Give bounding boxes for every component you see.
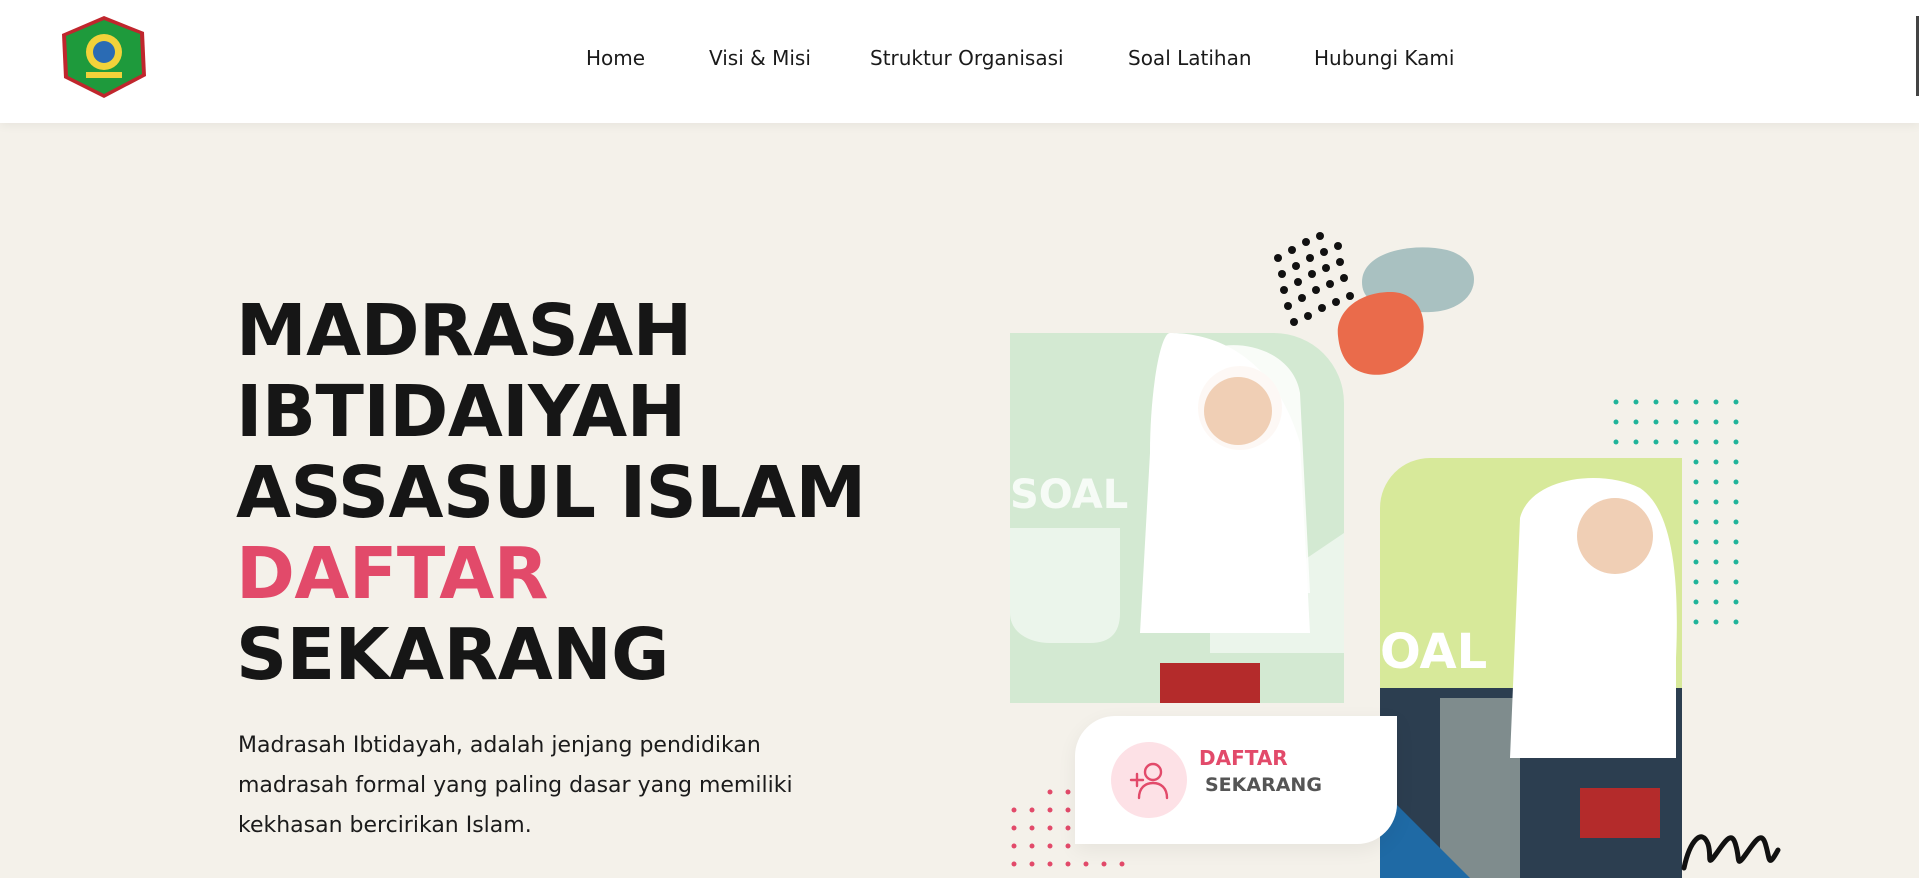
blob-orange: [1337, 292, 1424, 375]
nav-home[interactable]: Home: [586, 46, 645, 70]
hero-title: MADRASAH IBTIDAIYAH ASSASUL ISLAM DAFTAR…: [236, 290, 866, 695]
dot-pattern-teal: [1613, 399, 1739, 625]
add-user-icon: [1111, 742, 1187, 818]
hero-description: Madrasah Ibtidayah, adalah jenjang pendi…: [238, 733, 793, 838]
cta-label-daftar: DAFTAR: [1199, 746, 1288, 770]
nav-soal-latihan[interactable]: Soal Latihan: [1128, 46, 1252, 70]
svg-text:OAL: OAL: [1380, 624, 1487, 680]
svg-text:SOAL: SOAL: [1010, 472, 1128, 518]
daftar-sekarang-button[interactable]: DAFTAR SEKARANG: [1075, 716, 1397, 844]
cta-label-sekarang: SEKARANG: [1205, 774, 1322, 796]
site-header: Home Visi & Misi Struktur Organisasi Soa…: [0, 0, 1919, 123]
main-nav: Home Visi & Misi Struktur Organisasi Soa…: [0, 0, 1919, 123]
nav-struktur-organisasi[interactable]: Struktur Organisasi: [870, 46, 1064, 70]
squiggle-decoration: [1681, 834, 1781, 871]
student-photo-1: SOAL: [1010, 333, 1344, 703]
nav-hubungi-kami[interactable]: Hubungi Kami: [1314, 46, 1454, 70]
nav-visi-misi[interactable]: Visi & Misi: [709, 46, 811, 70]
hero-title-line: IBTIDAIYAH: [236, 370, 686, 453]
hero-title-line: SEKARANG: [236, 613, 669, 696]
hero-title-line: MADRASAH: [236, 289, 692, 372]
hero-title-line: ASSASUL ISLAM: [236, 451, 866, 534]
hero-title-accent: DAFTAR: [236, 532, 548, 615]
